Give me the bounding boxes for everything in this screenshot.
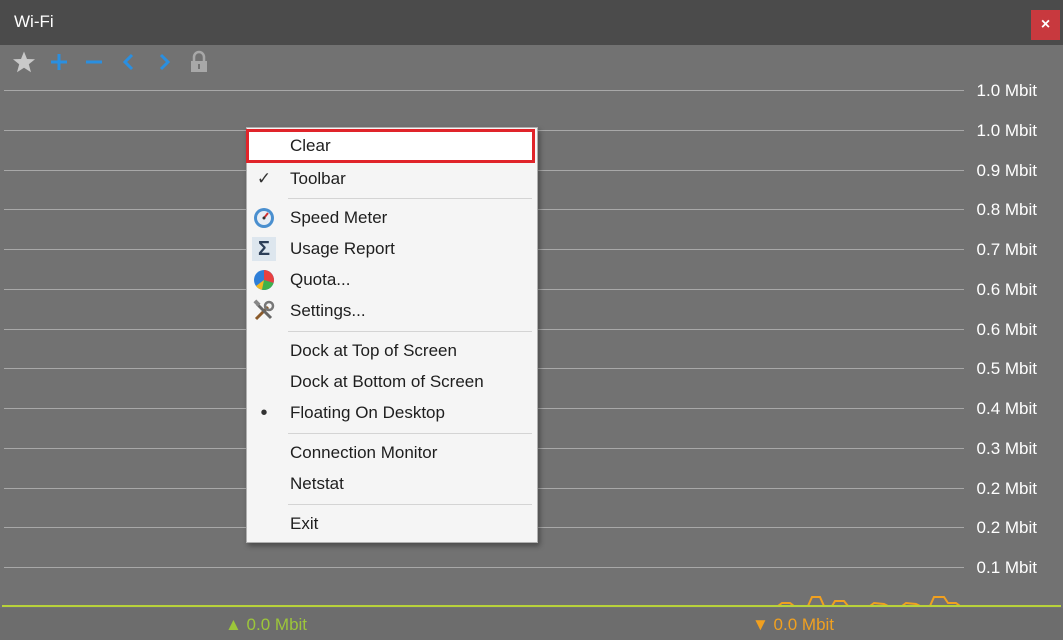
check-icon: ✓ <box>256 169 272 188</box>
menu-label: Toolbar <box>290 169 346 188</box>
y-axis-label: 0.4 Mbit <box>976 399 1037 418</box>
menu-item-exit[interactable]: Exit <box>247 509 537 539</box>
menu-label: Dock at Top of Screen <box>290 341 457 360</box>
menu-item-netstat[interactable]: Netstat <box>247 469 537 499</box>
menu-item-dock-bottom[interactable]: Dock at Bottom of Screen <box>247 367 537 397</box>
upload-trace <box>2 605 1061 607</box>
speedometer-icon <box>252 206 276 230</box>
title-bar[interactable]: Wi-Fi × <box>0 0 1063 45</box>
y-axis-label: 0.2 Mbit <box>976 518 1037 537</box>
menu-label: Floating On Desktop <box>290 403 445 422</box>
menu-item-floating[interactable]: • Floating On Desktop <box>247 398 537 428</box>
menu-label: Speed Meter <box>290 208 388 227</box>
menu-item-speed-meter[interactable]: Speed Meter <box>247 203 537 233</box>
menu-label: Netstat <box>290 474 344 493</box>
menu-item-clear[interactable]: Clear <box>246 129 537 163</box>
chevron-right-icon[interactable] <box>146 48 181 76</box>
menu-separator <box>288 504 532 505</box>
minus-icon[interactable] <box>76 48 111 76</box>
y-axis-label: 0.9 Mbit <box>976 161 1037 180</box>
y-axis-label: 0.3 Mbit <box>976 439 1037 458</box>
toolbar <box>6 48 216 76</box>
chevron-left-icon[interactable] <box>111 48 146 76</box>
menu-separator <box>288 198 532 199</box>
menu-label: Quota... <box>290 270 351 289</box>
y-axis-label: 0.6 Mbit <box>976 280 1037 299</box>
gridline <box>4 567 964 568</box>
gridline <box>4 90 964 91</box>
y-axis-label: 0.6 Mbit <box>976 320 1037 339</box>
y-axis-label: 1.0 Mbit <box>976 81 1037 100</box>
close-button[interactable]: × <box>1031 10 1060 40</box>
y-axis-label: 0.1 Mbit <box>976 558 1037 577</box>
menu-label: Usage Report <box>290 239 395 258</box>
tools-icon <box>252 299 276 323</box>
menu-item-toolbar[interactable]: ✓ Toolbar <box>247 164 537 194</box>
menu-item-dock-top[interactable]: Dock at Top of Screen <box>247 336 537 366</box>
y-axis-label: 0.5 Mbit <box>976 359 1037 378</box>
upload-speed: ▲ 0.0 Mbit <box>225 615 308 634</box>
y-axis-label: 1.0 Mbit <box>976 121 1037 140</box>
menu-label: Dock at Bottom of Screen <box>290 372 484 391</box>
radio-bullet-icon: • <box>260 401 268 424</box>
y-axis-label: 0.2 Mbit <box>976 479 1037 498</box>
y-axis-label: 0.8 Mbit <box>976 200 1037 219</box>
menu-item-settings[interactable]: Settings... <box>247 296 537 326</box>
window-title: Wi-Fi <box>14 12 54 31</box>
star-icon[interactable] <box>6 48 41 76</box>
y-axis-label: 0.7 Mbit <box>976 240 1037 259</box>
sigma-icon: Σ <box>252 237 276 261</box>
menu-label: Connection Monitor <box>290 443 438 462</box>
lock-icon[interactable] <box>181 48 216 76</box>
status-bar: ▲ 0.0 Mbit ▼ 0.0 Mbit <box>0 608 1063 640</box>
menu-label: Clear <box>290 136 331 155</box>
menu-item-quota[interactable]: Quota... <box>247 265 537 295</box>
download-speed: ▼ 0.0 Mbit <box>752 615 835 634</box>
plus-icon[interactable] <box>41 48 76 76</box>
menu-item-usage-report[interactable]: Σ Usage Report <box>247 234 537 264</box>
context-menu: Clear ✓ Toolbar Speed Meter Σ Usage Repo… <box>246 127 538 543</box>
menu-separator <box>288 433 532 434</box>
menu-separator <box>288 331 532 332</box>
menu-label: Settings... <box>290 301 366 320</box>
menu-label: Exit <box>290 514 319 533</box>
menu-item-connection-monitor[interactable]: Connection Monitor <box>247 438 537 468</box>
pie-chart-icon <box>252 268 276 292</box>
